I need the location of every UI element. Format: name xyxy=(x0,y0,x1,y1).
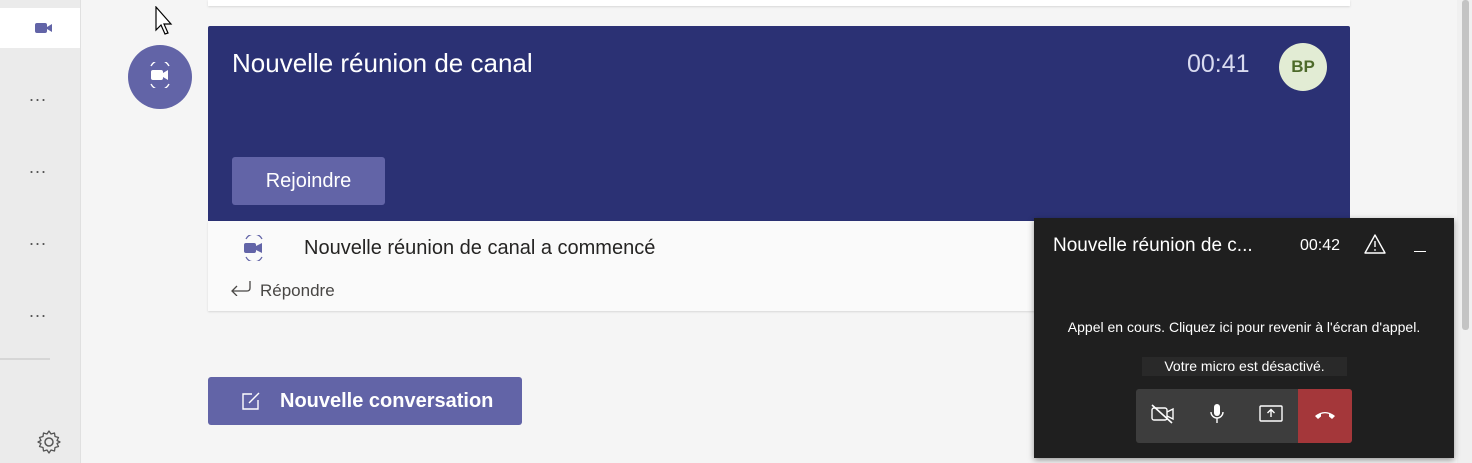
call-title: Nouvelle réunion de c... xyxy=(1053,235,1253,256)
microphone-icon xyxy=(1208,402,1226,431)
join-button[interactable]: Rejoindre xyxy=(232,157,385,205)
video-toggle-button[interactable] xyxy=(1136,389,1190,443)
call-controls xyxy=(1136,389,1352,443)
previous-message-card xyxy=(208,0,1350,6)
mouse-cursor-icon xyxy=(155,5,175,41)
microphone-button[interactable] xyxy=(1190,389,1244,443)
rail-item-more-3[interactable]: ... xyxy=(0,230,76,248)
reply-arrow-icon xyxy=(230,280,252,301)
rail-item-more-1[interactable]: ... xyxy=(0,86,76,104)
video-camera-icon xyxy=(34,19,54,42)
scrollbar-thumb[interactable] xyxy=(1462,0,1469,330)
call-return-message[interactable]: Appel en cours. Cliquez ici pour revenir… xyxy=(1034,319,1454,335)
new-conversation-label: Nouvelle conversation xyxy=(280,389,494,412)
share-screen-icon xyxy=(1258,404,1284,429)
new-conversation-button[interactable]: Nouvelle conversation xyxy=(208,377,522,425)
gear-icon[interactable] xyxy=(36,429,62,460)
rail-divider xyxy=(0,358,50,360)
rail-item-meetings[interactable] xyxy=(0,8,80,48)
video-camera-icon xyxy=(145,59,175,93)
avatar[interactable]: BP xyxy=(1279,43,1327,91)
call-monitor-panel[interactable]: Nouvelle réunion de c... 00:42 Appel en … xyxy=(1034,218,1454,458)
meeting-banner: Nouvelle réunion de canal 00:41 BP Rejoi… xyxy=(208,26,1350,221)
rail-item-more-2[interactable]: ... xyxy=(0,158,76,176)
meeting-elapsed-time: 00:41 xyxy=(1187,50,1250,78)
reply-button[interactable]: Répondre xyxy=(230,280,335,301)
mic-status-badge: Votre micro est désactivé. xyxy=(1142,357,1347,376)
hang-up-button[interactable] xyxy=(1298,389,1352,443)
compose-icon xyxy=(240,391,262,411)
reply-label: Répondre xyxy=(260,280,335,300)
share-screen-button[interactable] xyxy=(1244,389,1298,443)
minimize-icon[interactable] xyxy=(1414,251,1426,252)
call-elapsed-time: 00:42 xyxy=(1300,237,1341,254)
warning-icon[interactable] xyxy=(1363,233,1387,260)
meeting-started-text: Nouvelle réunion de canal a commencé xyxy=(304,237,656,259)
app-rail: ... ... ... ... xyxy=(0,0,81,463)
video-off-icon xyxy=(1150,403,1176,430)
hang-up-icon xyxy=(1313,407,1337,426)
video-camera-icon xyxy=(241,233,267,266)
meeting-title: Nouvelle réunion de canal xyxy=(232,48,533,78)
meeting-avatar xyxy=(128,45,192,109)
rail-item-more-4[interactable]: ... xyxy=(0,302,76,320)
